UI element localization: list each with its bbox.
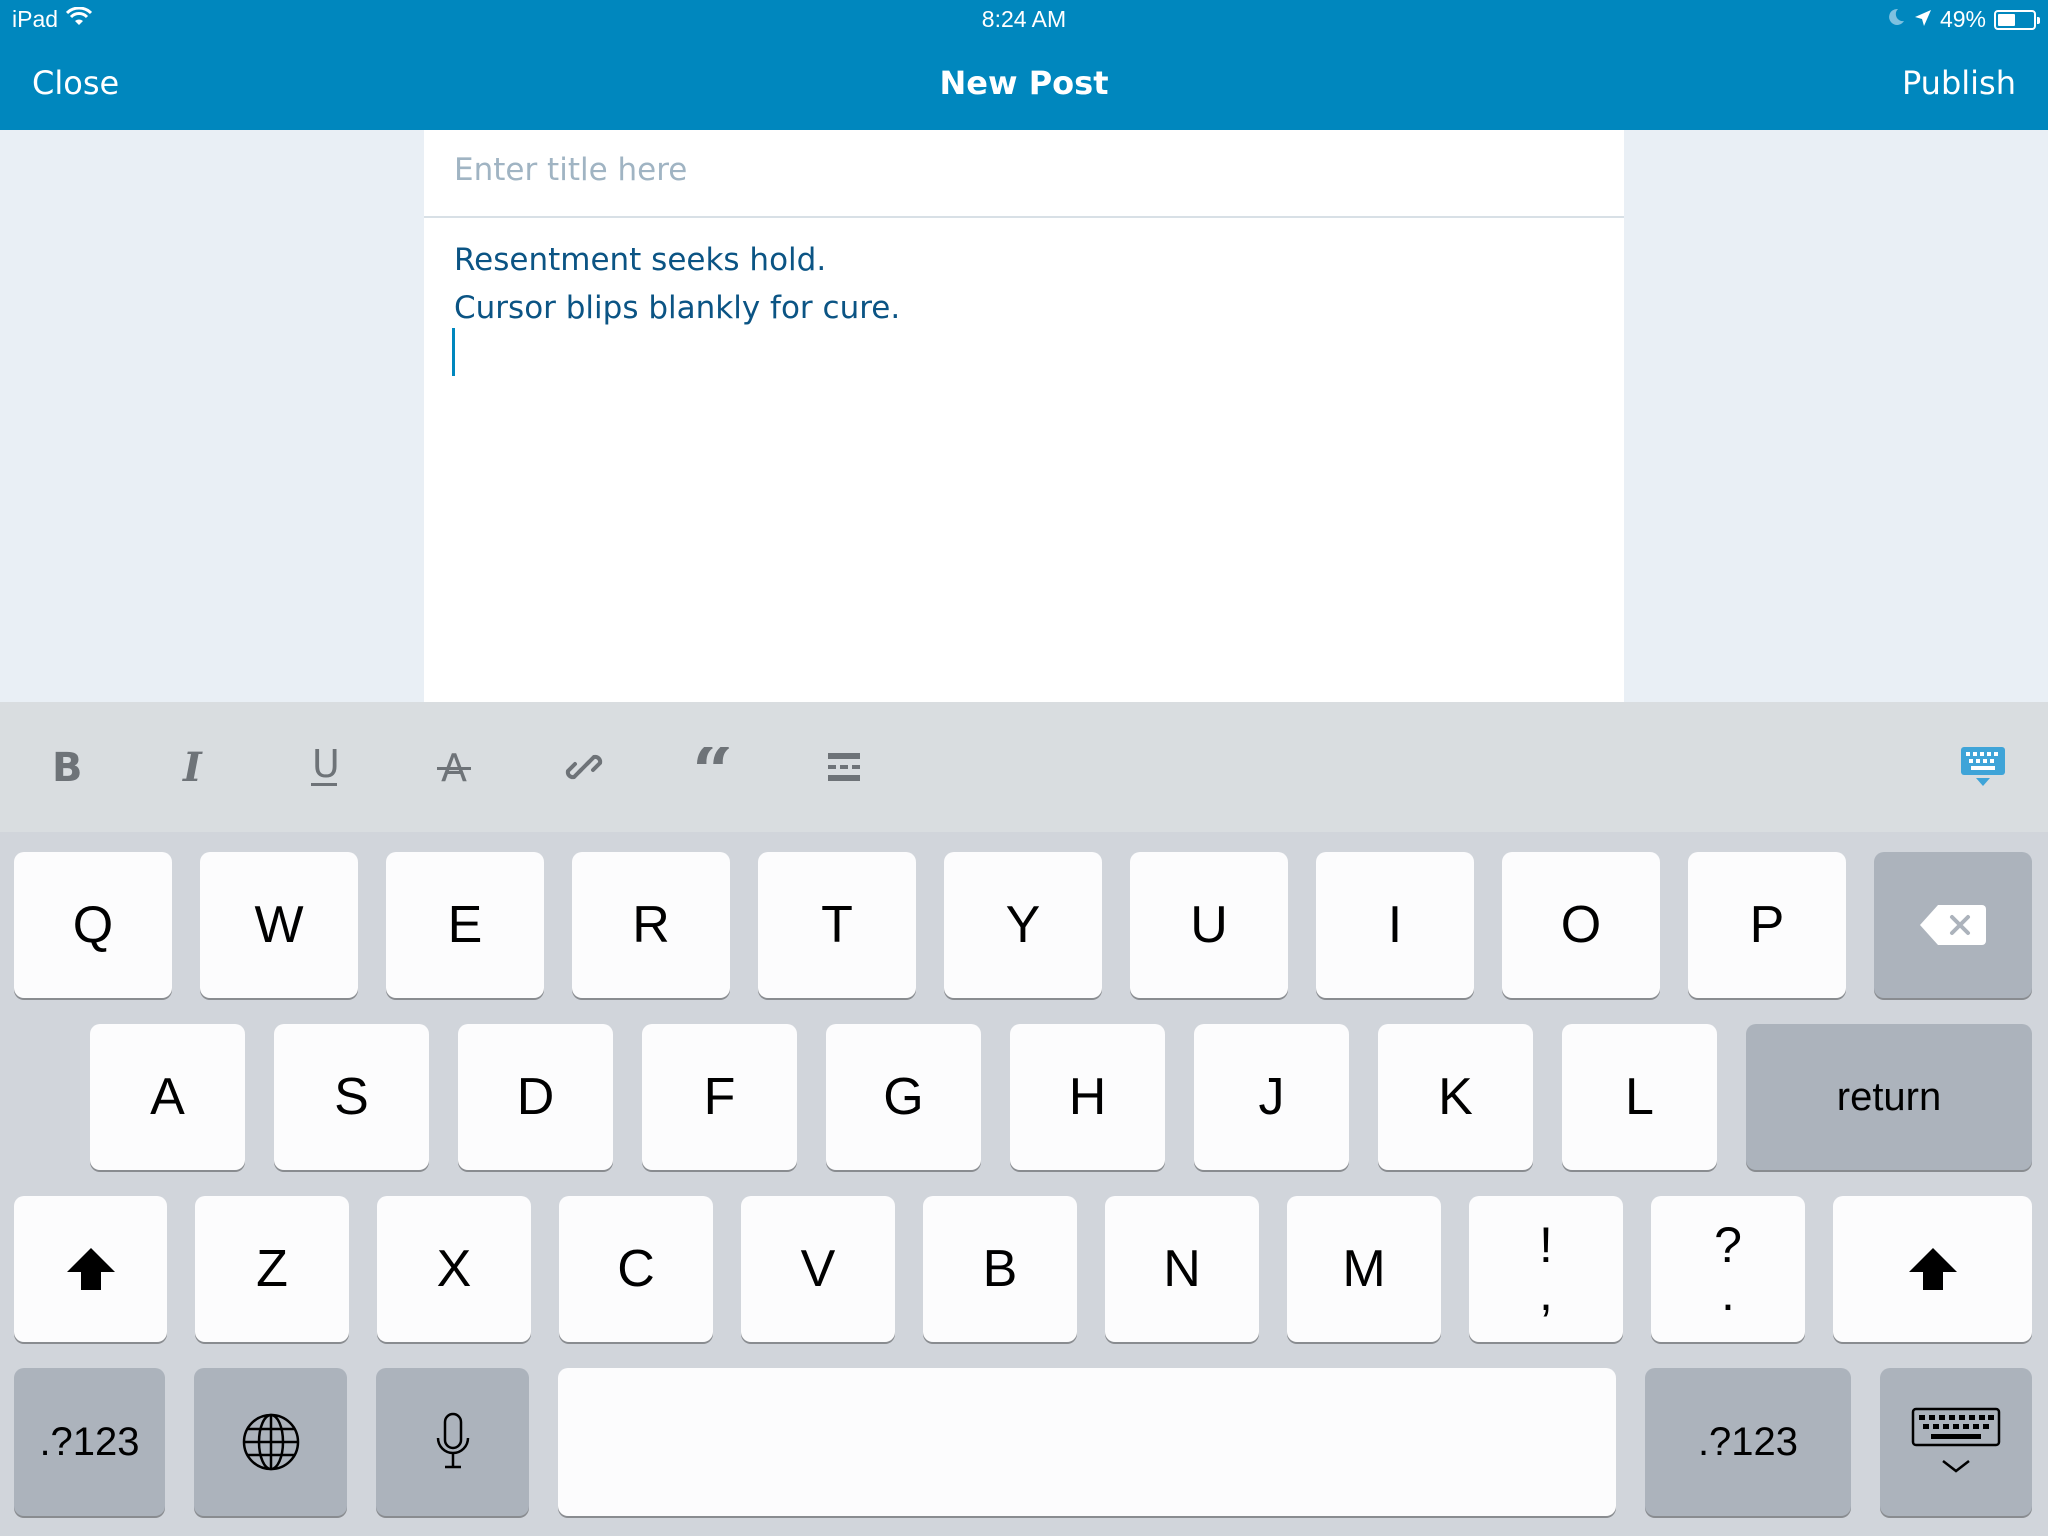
key-n[interactable]: N <box>1105 1196 1259 1342</box>
shift-key-left[interactable] <box>14 1196 167 1342</box>
shift-key-right[interactable] <box>1833 1196 2032 1342</box>
svg-text:U: U <box>312 743 340 786</box>
post-editor: Resentment seeks hold. Cursor blips blan… <box>424 130 1624 702</box>
more-button[interactable] <box>807 730 881 804</box>
keyboard: Q W E R T Y U I O P A S D F G H J K L re… <box>0 832 2048 1536</box>
key-j[interactable]: J <box>1194 1024 1349 1170</box>
key-q[interactable]: Q <box>14 852 172 998</box>
key-z[interactable]: Z <box>195 1196 349 1342</box>
key-i[interactable]: I <box>1316 852 1474 998</box>
globe-icon <box>242 1413 299 1471</box>
bold-button[interactable]: B <box>27 730 101 804</box>
page-title: New Post <box>939 64 1109 102</box>
battery-icon <box>1994 9 2040 30</box>
key-secondary-char: , <box>1539 1265 1553 1321</box>
more-divider-icon <box>828 753 860 781</box>
hide-keyboard-button[interactable] <box>1946 730 2020 804</box>
dictation-key[interactable] <box>376 1368 529 1516</box>
link-icon <box>565 754 603 780</box>
key-t[interactable]: T <box>758 852 916 998</box>
key-h[interactable]: H <box>1010 1024 1165 1170</box>
publish-button[interactable]: Publish <box>1902 64 2016 102</box>
key-e[interactable]: E <box>386 852 544 998</box>
microphone-icon <box>436 1412 469 1469</box>
key-v[interactable]: V <box>741 1196 895 1342</box>
key-b[interactable]: B <box>923 1196 1077 1342</box>
key-exclaim-comma[interactable]: ! , <box>1469 1196 1623 1342</box>
numbers-key-right[interactable]: .?123 <box>1645 1368 1851 1516</box>
shift-arrow-icon <box>1908 1248 1957 1290</box>
italic-icon: I <box>182 744 203 791</box>
key-s[interactable]: S <box>274 1024 429 1170</box>
svg-text:“: “ <box>692 747 733 787</box>
return-key[interactable]: return <box>1746 1024 2032 1170</box>
key-c[interactable]: C <box>559 1196 713 1342</box>
space-bar[interactable] <box>558 1368 1616 1516</box>
globe-key[interactable] <box>194 1368 347 1516</box>
key-m[interactable]: M <box>1287 1196 1441 1342</box>
italic-button[interactable]: I <box>156 730 230 804</box>
key-l[interactable]: L <box>1562 1024 1717 1170</box>
format-toolbar: B I U A “ <box>0 702 2048 832</box>
key-f[interactable]: F <box>642 1024 797 1170</box>
svg-text:I: I <box>182 744 203 791</box>
status-right: 49% <box>1886 6 2040 33</box>
strikethrough-button[interactable]: A <box>417 730 491 804</box>
battery-percent: 49% <box>1939 6 1986 32</box>
key-o[interactable]: O <box>1502 852 1660 998</box>
underline-button[interactable]: U <box>287 730 361 804</box>
delete-key[interactable] <box>1874 852 2032 998</box>
key-x[interactable]: X <box>377 1196 531 1342</box>
numbers-key-left[interactable]: .?123 <box>14 1368 165 1516</box>
blockquote-button[interactable]: “ <box>677 730 751 804</box>
key-primary-char: ? <box>1714 1217 1742 1273</box>
post-title-input[interactable] <box>454 152 1594 188</box>
key-p[interactable]: P <box>1688 852 1846 998</box>
backspace-icon <box>1920 905 1986 945</box>
svg-text:B: B <box>52 745 83 791</box>
bold-icon: B <box>52 745 83 791</box>
navigation-bar: iPad 8:24 AM 49% Close New Post Publish <box>0 0 2048 130</box>
content-line: Resentment seeks hold. <box>454 242 827 278</box>
key-primary-char: ! <box>1539 1217 1553 1273</box>
keyboard-hide-icon <box>1961 747 2005 786</box>
key-u[interactable]: U <box>1130 852 1288 998</box>
key-a[interactable]: A <box>90 1024 245 1170</box>
key-k[interactable]: K <box>1378 1024 1533 1170</box>
dismiss-keyboard-key[interactable] <box>1880 1368 2032 1516</box>
key-d[interactable]: D <box>458 1024 613 1170</box>
strikethrough-icon: A <box>437 746 471 790</box>
link-button[interactable] <box>547 730 621 804</box>
content-line: Cursor blips blankly for cure. <box>454 290 901 326</box>
location-arrow-icon <box>1914 6 1932 33</box>
key-g[interactable]: G <box>826 1024 981 1170</box>
shift-arrow-icon <box>66 1248 115 1290</box>
keyboard-dismiss-icon <box>1911 1407 2001 1473</box>
key-secondary-char: . <box>1721 1265 1735 1321</box>
status-time: 8:24 AM <box>981 6 1067 32</box>
post-content[interactable]: Resentment seeks hold. Cursor blips blan… <box>454 236 900 332</box>
text-cursor <box>452 328 455 376</box>
key-w[interactable]: W <box>200 852 358 998</box>
title-divider <box>424 216 1624 218</box>
key-question-period[interactable]: ? . <box>1651 1196 1805 1342</box>
moon-icon <box>1886 6 1906 33</box>
underline-icon: U <box>311 743 340 786</box>
key-r[interactable]: R <box>572 852 730 998</box>
key-y[interactable]: Y <box>944 852 1102 998</box>
quote-icon: “ <box>692 747 733 787</box>
